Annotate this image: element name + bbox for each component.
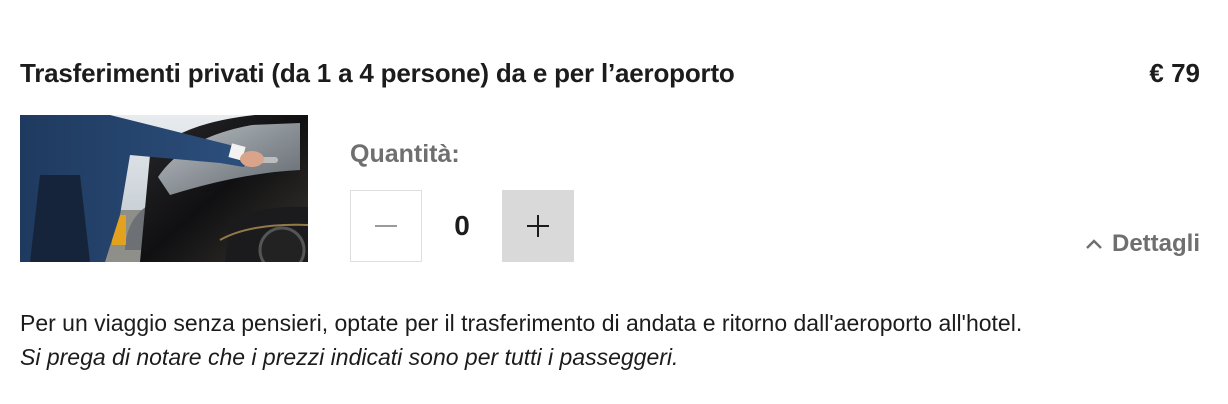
quantity-value: 0 [454, 210, 470, 241]
increment-button[interactable] [502, 190, 574, 262]
chevron-up-icon [1086, 239, 1102, 249]
minus-icon [375, 225, 397, 227]
product-image [20, 115, 308, 262]
product-description: Per un viaggio senza pensieri, optate pe… [20, 310, 1023, 336]
product-price: € 79 [1149, 58, 1200, 88]
quantity-label: Quantità: [350, 140, 460, 168]
product-title: Trasferimenti privati (da 1 a 4 persone)… [20, 58, 735, 88]
details-label: Dettagli [1111, 230, 1200, 257]
decrement-button[interactable] [350, 190, 422, 262]
plus-icon [527, 215, 549, 237]
details-toggle[interactable]: Dettagli [1086, 230, 1200, 258]
price-note: Si prega di notare che i prezzi indicati… [20, 344, 679, 370]
quantity-stepper: 0 [350, 190, 574, 262]
